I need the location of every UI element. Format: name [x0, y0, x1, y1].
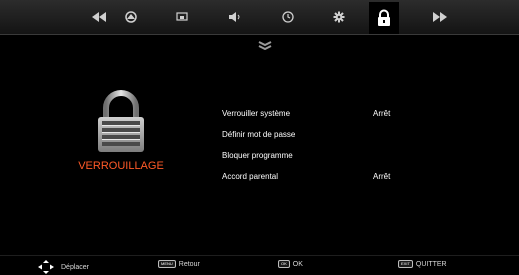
menu-item-block-program[interactable]: Bloquer programme [222, 151, 293, 160]
menu-item-set-password[interactable]: Définir mot de passe [222, 130, 295, 139]
bottom-hint-bar: Déplacer MENU Retour OK OK EXIT QUITTER [0, 255, 519, 275]
fast-forward-icon [433, 12, 447, 22]
menu-key-badge: MENU [158, 260, 176, 268]
section-title: VERROUILLAGE [78, 160, 164, 172]
hint-move-label: Déplacer [61, 263, 90, 271]
sound-icon [229, 12, 240, 22]
menu-value-lock-system[interactable]: Arrêt [373, 109, 390, 118]
hint-move: Déplacer [35, 260, 89, 274]
clock-icon [282, 11, 294, 23]
picture-icon [125, 11, 137, 23]
rewind-icon [92, 12, 106, 22]
hint-exit: EXIT QUITTER [398, 260, 447, 268]
padlock-icon [98, 90, 144, 152]
menu-item-lock-system[interactable]: Verrouiller système [222, 109, 290, 118]
hint-ok: OK OK [278, 260, 303, 268]
hint-back-label: Retour [178, 260, 200, 268]
top-navigation-bar [0, 0, 519, 35]
hint-exit-label: QUITTER [415, 260, 447, 268]
tab-lock[interactable] [369, 2, 399, 34]
dpad-arrows-icon [38, 260, 54, 274]
menu-value-parental-guidance[interactable]: Arrêt [373, 172, 390, 181]
exit-key-badge: EXIT [398, 260, 413, 268]
tab-fast-forward[interactable] [426, 2, 454, 32]
tab-picture[interactable] [117, 2, 145, 32]
tab-sound[interactable] [221, 2, 249, 32]
settings-gear-icon [333, 11, 345, 23]
lock-icon [378, 9, 390, 26]
tab-time[interactable] [274, 2, 302, 32]
scroll-down-chevron-icon [258, 41, 272, 50]
menu-item-parental-guidance[interactable]: Accord parental [222, 172, 278, 181]
tab-rewind[interactable] [85, 2, 113, 32]
hint-ok-label: OK [292, 260, 303, 268]
hint-back: MENU Retour [158, 260, 200, 268]
ok-key-badge: OK [278, 260, 290, 268]
tab-settings[interactable] [325, 2, 353, 32]
tab-screen[interactable] [168, 2, 196, 32]
screen-icon [176, 12, 188, 21]
